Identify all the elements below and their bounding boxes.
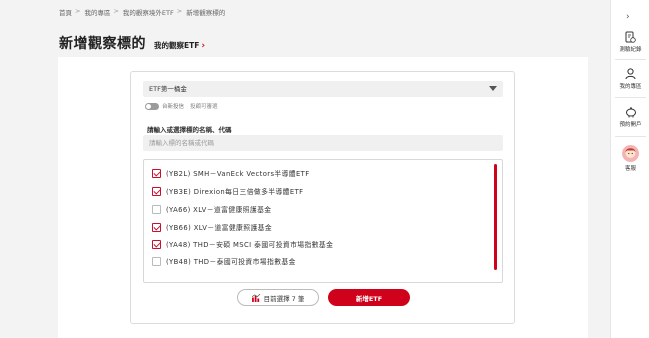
list-item-label: (YA66) XLV－道富健康照護基金 — [166, 206, 272, 214]
my-watch-etf-label: 我的觀察ETF — [154, 41, 200, 50]
toggle-row: 台新投信 投顧可審選 — [145, 102, 218, 110]
list-item-label: (YB2L) SMH－VanEck Vectors半導體ETF — [166, 170, 310, 178]
list-item[interactable]: (YB2L) SMH－VanEck Vectors半導體ETF — [152, 168, 310, 178]
list-item-label: (YB3E) Direxion每日三倍做多半導體ETF — [166, 188, 304, 196]
sidebar-item-label: 我的專區 — [619, 84, 642, 90]
selected-count-label: 目前選擇 7 筆 — [263, 294, 305, 303]
breadcrumb-home[interactable]: 首頁 — [59, 7, 72, 17]
caret-down-icon — [489, 86, 497, 91]
checkbox[interactable] — [152, 222, 161, 232]
right-sidebar: › 測驗紀錄 我的專區 預約開戶 客服 — [610, 0, 649, 338]
sidebar-item-label: 客服 — [624, 166, 636, 172]
search-input[interactable] — [143, 135, 503, 151]
etf-list[interactable]: (YB2L) SMH－VanEck Vectors半導體ETF (YB3E) D… — [143, 159, 503, 283]
avatar — [622, 145, 639, 162]
checkbox[interactable] — [152, 239, 161, 249]
divider — [615, 97, 646, 98]
list-item[interactable]: (YB48) THD－泰國可投資市場指數基金 — [152, 256, 296, 266]
toggle-label: 台新投信 — [162, 104, 185, 110]
sidebar-item-quiz-record[interactable]: 測驗紀錄 — [611, 31, 649, 53]
list-item[interactable]: (YA66) XLV－道富健康照護基金 — [152, 204, 272, 214]
sidebar-item-label: 預約開戶 — [619, 122, 642, 128]
list-item[interactable]: (YB66) XLV－道富健康照護基金 — [152, 222, 272, 232]
divider — [615, 136, 646, 137]
page-title: 新增觀察標的 — [59, 36, 146, 52]
breadcrumb-current: 新增觀察標的 — [186, 9, 226, 17]
clipboard-clock-icon — [625, 31, 636, 43]
chevron-right-icon[interactable]: › — [626, 12, 630, 22]
breadcrumb-sep: > — [113, 7, 119, 15]
my-watch-etf-link[interactable]: 我的觀察ETF › — [154, 40, 205, 51]
sidebar-item-my-area[interactable]: 我的專區 — [611, 68, 649, 90]
checkbox[interactable] — [152, 186, 161, 196]
list-item-label: (YA48) THD－安碩 MSCI 泰國可投資市場指數基金 — [166, 241, 334, 249]
sidebar-item-customer-service[interactable]: 客服 — [611, 145, 649, 172]
selected-count-button[interactable]: 目前選擇 7 筆 — [237, 289, 319, 306]
list-item[interactable]: (YA48) THD－安碩 MSCI 泰國可投資市場指數基金 — [152, 239, 333, 249]
piggy-bank-icon — [625, 107, 636, 118]
breadcrumb-sep: > — [176, 7, 183, 15]
service-avatar-icon — [625, 148, 636, 158]
list-item[interactable]: (YB3E) Direxion每日三倍做多半導體ETF — [152, 186, 303, 196]
divider — [615, 59, 646, 60]
breadcrumb: 首頁 > 我的專區 > 我的觀察境外ETF > 新增觀察標的 — [59, 7, 228, 17]
search-input-label: 請輸入或選擇標的名稱、代碼 — [147, 126, 232, 134]
breadcrumb-sep: > — [75, 7, 81, 15]
toggle-knob — [146, 103, 151, 109]
sidebar-item-open-account[interactable]: 預約開戶 — [611, 106, 649, 128]
user-icon — [625, 68, 636, 80]
sidebar-item-label: 測驗紀錄 — [619, 47, 642, 53]
filter-toggle[interactable] — [145, 102, 159, 110]
chevron-right-icon: › — [201, 40, 206, 51]
title-row: 新增觀察標的 我的觀察ETF › — [59, 33, 205, 53]
list-scrollbar[interactable] — [494, 164, 497, 270]
chart-icon — [251, 293, 260, 302]
breadcrumb-my-area[interactable]: 我的專區 — [84, 7, 110, 17]
list-item-label: (YB66) XLV－道富健康照護基金 — [166, 224, 273, 232]
category-select[interactable]: ETF第一桶金 — [143, 81, 503, 97]
checkbox[interactable] — [152, 256, 161, 266]
checkbox[interactable] — [152, 204, 161, 214]
category-select-value: ETF第一桶金 — [149, 85, 187, 93]
list-item-label: (YB48) THD－泰國可投資市場指數基金 — [166, 258, 296, 266]
checkbox[interactable] — [152, 168, 161, 178]
breadcrumb-my-watch[interactable]: 我的觀察境外ETF — [123, 7, 174, 17]
add-etf-button[interactable]: 新增ETF — [328, 289, 410, 306]
toggle-label-secondary: 投顧可審選 — [190, 104, 218, 110]
